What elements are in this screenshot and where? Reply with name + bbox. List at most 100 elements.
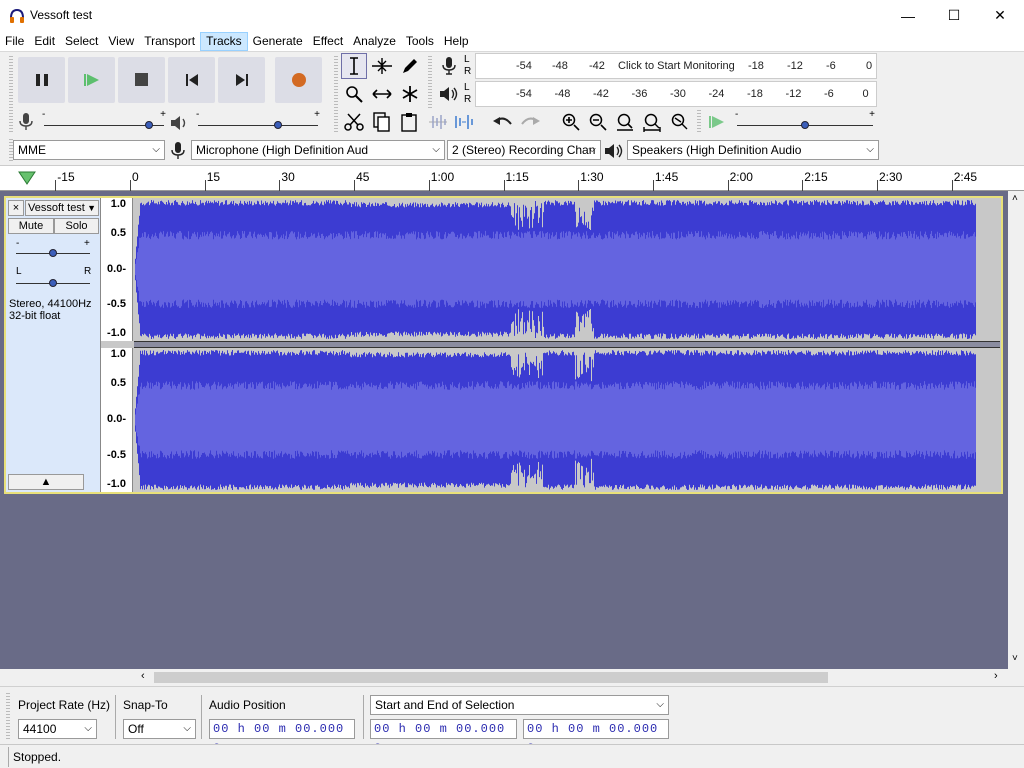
- toolbar-grip[interactable]: [334, 56, 338, 108]
- play-head-triangle-icon[interactable]: [18, 171, 36, 185]
- waveform-right-channel[interactable]: [134, 348, 976, 492]
- trim-audio-button[interactable]: [425, 109, 451, 135]
- menu-tools[interactable]: Tools: [401, 32, 439, 51]
- meter-tick-label: -54: [516, 60, 532, 72]
- horizontal-scrollbar[interactable]: ‹ ›: [138, 669, 1008, 686]
- selection-mode-dropdown[interactable]: Start and End of Selection ⌵: [370, 695, 669, 715]
- paste-button[interactable]: [397, 109, 423, 135]
- play-speed-slider[interactable]: - +: [735, 109, 875, 132]
- slider-thumb[interactable]: [801, 121, 809, 129]
- recording-channels-dropdown[interactable]: 2 (Stereo) Recording Chan ⌵: [447, 140, 601, 160]
- slider-thumb[interactable]: [274, 121, 283, 129]
- toolbar-grip[interactable]: [334, 110, 338, 134]
- selection-end-field[interactable]: 00 h 00 m 00.000 s: [523, 719, 669, 754]
- toolbar-grip[interactable]: [9, 56, 13, 108]
- close-button[interactable]: ✕: [977, 0, 1023, 31]
- slider-max-label: +: [314, 109, 320, 120]
- play-button[interactable]: [68, 57, 115, 103]
- time-shift-tool-button[interactable]: [369, 81, 395, 107]
- meter-tick-label: -6: [826, 60, 836, 72]
- zoom-in-button[interactable]: [558, 109, 584, 135]
- minimize-button[interactable]: —: [885, 0, 931, 31]
- scroll-down-icon[interactable]: ˅: [1012, 653, 1018, 664]
- cut-button[interactable]: [341, 109, 367, 135]
- selection-tool-button[interactable]: [341, 53, 367, 79]
- envelope-tool-button[interactable]: [369, 53, 395, 79]
- toolbar-grip[interactable]: [428, 56, 432, 108]
- solo-button[interactable]: Solo: [54, 218, 99, 234]
- snap-to-dropdown[interactable]: Off ⌵: [123, 719, 196, 739]
- scroll-up-icon[interactable]: ˄: [1012, 193, 1018, 204]
- ruler-tick-label: 15: [206, 170, 221, 184]
- record-button[interactable]: [275, 57, 322, 103]
- chevron-down-icon: ⌵: [183, 723, 191, 734]
- slider-thumb[interactable]: [144, 121, 153, 129]
- snap-to-label: Snap-To: [123, 698, 168, 712]
- playback-device-dropdown[interactable]: Speakers (High Definition Audio ⌵: [627, 140, 879, 160]
- toolbar-grip[interactable]: [9, 110, 13, 134]
- fit-selection-button[interactable]: [612, 109, 638, 135]
- audio-host-dropdown[interactable]: MME ⌵: [13, 140, 165, 160]
- gain-slider[interactable]: [49, 249, 57, 257]
- menu-select[interactable]: Select: [60, 32, 103, 51]
- play-at-speed-button[interactable]: [704, 109, 730, 135]
- menu-analyze[interactable]: Analyze: [348, 32, 401, 51]
- click-to-monitor-label[interactable]: Click to Start Monitoring: [618, 60, 735, 72]
- stop-button[interactable]: [118, 57, 165, 103]
- scrollbar-thumb[interactable]: [154, 672, 828, 683]
- zoom-toggle-button[interactable]: [666, 109, 692, 135]
- maximize-button[interactable]: ☐: [931, 0, 977, 31]
- zoom-tool-button[interactable]: [341, 81, 367, 107]
- undo-button[interactable]: [490, 109, 516, 135]
- draw-tool-button[interactable]: [397, 53, 423, 79]
- project-rate-dropdown[interactable]: 44100 ⌵: [18, 719, 97, 739]
- audio-position-field[interactable]: 00 h 00 m 00.000 s: [209, 719, 355, 754]
- record-meter[interactable]: -54 -48 -42 Click to Start Monitoring -18 -12…: [475, 53, 877, 79]
- multi-tool-button[interactable]: [397, 81, 423, 107]
- playback-volume-slider[interactable]: - +: [196, 109, 320, 132]
- selection-start-field[interactable]: 00 h 00 m 00.000 s: [370, 719, 517, 754]
- menu-file[interactable]: File: [0, 32, 29, 51]
- menu-tracks[interactable]: Tracks: [200, 31, 248, 51]
- recording-device-dropdown[interactable]: Microphone (High Definition Aud ⌵: [191, 140, 445, 160]
- playback-meter-button[interactable]: [436, 81, 462, 107]
- menu-help[interactable]: Help: [439, 32, 474, 51]
- track-control-panel[interactable]: × Vessoft test ▼ Mute Solo - + L R Stereo…: [6, 198, 101, 492]
- record-meter-button[interactable]: [436, 53, 462, 79]
- vertical-scrollbar[interactable]: ˄ ˅: [1008, 191, 1024, 669]
- scroll-right-icon[interactable]: ›: [994, 670, 998, 682]
- waveform-left-channel[interactable]: [134, 198, 976, 341]
- timeline-ruler[interactable]: -15 0 15 30 45 1:00 1:15 1:30 1:45 2:00 2:15 2:30 2:…: [0, 165, 1024, 191]
- microphone-icon: [171, 142, 185, 159]
- amplitude-scale-label: 1.0: [110, 198, 126, 210]
- scroll-left-icon[interactable]: ‹: [141, 670, 145, 682]
- fit-project-button[interactable]: [639, 109, 665, 135]
- zoom-in-icon: [562, 113, 580, 131]
- mute-button[interactable]: Mute: [8, 218, 54, 234]
- pause-button[interactable]: [18, 57, 65, 103]
- menu-view[interactable]: View: [103, 32, 139, 51]
- playback-meter[interactable]: -54 -48 -42 -36 -30 -24 -18 -12 -6 0: [475, 81, 877, 107]
- asterisk-icon: [402, 86, 418, 102]
- amplitude-scale-label: 0.5: [110, 377, 126, 389]
- recording-volume-slider[interactable]: - +: [42, 109, 166, 132]
- skip-start-button[interactable]: [168, 57, 215, 103]
- toolbar-grip[interactable]: [697, 110, 701, 134]
- skip-end-button[interactable]: [218, 57, 265, 103]
- toolbar-grip[interactable]: [6, 693, 10, 739]
- track-close-button[interactable]: ×: [8, 200, 24, 216]
- menu-edit[interactable]: Edit: [29, 32, 60, 51]
- zoom-out-button[interactable]: [585, 109, 611, 135]
- copy-button[interactable]: [369, 109, 395, 135]
- collapse-track-button[interactable]: ▲: [8, 474, 84, 490]
- record-icon: [291, 73, 306, 87]
- pan-slider[interactable]: [49, 279, 57, 287]
- track-menu-button[interactable]: Vessoft test ▼: [25, 200, 99, 216]
- menu-transport[interactable]: Transport: [139, 32, 200, 51]
- silence-audio-button[interactable]: [451, 109, 477, 135]
- menu-effect[interactable]: Effect: [308, 32, 348, 51]
- paste-icon: [401, 113, 417, 132]
- redo-button[interactable]: [517, 109, 543, 135]
- ruler-tick-mark: [727, 180, 729, 191]
- menu-generate[interactable]: Generate: [248, 32, 308, 51]
